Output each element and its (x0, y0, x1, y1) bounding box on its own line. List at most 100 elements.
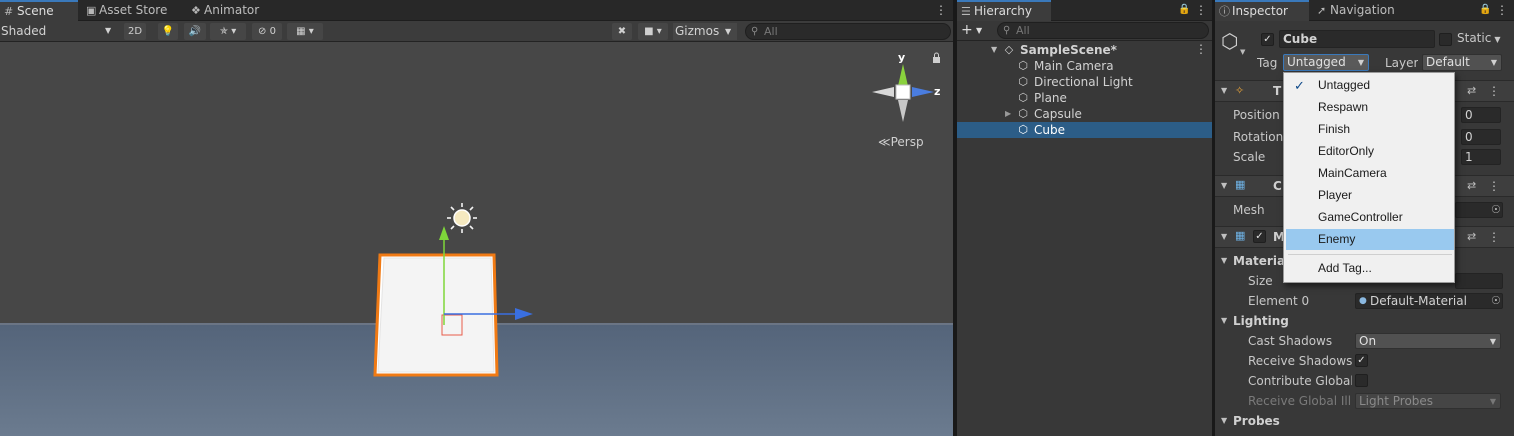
projection-toggle[interactable]: ≪Persp (878, 135, 924, 149)
hierarchy-item-main-camera[interactable]: ⬡ Main Camera (957, 58, 1212, 74)
hidden-objects-toggle[interactable]: ⊘ 0 (252, 23, 282, 40)
lock-icon[interactable]: 🔒 (1479, 4, 1491, 16)
contribute-gi-checkbox[interactable] (1355, 374, 1368, 387)
scene-root-row[interactable]: ▼ ◇ SampleScene* ⋮ (957, 42, 1212, 58)
chevron-down-icon: ▼ (105, 26, 112, 35)
menu-item-enemy[interactable]: Enemy (1286, 229, 1454, 250)
menu-item-gamecontroller[interactable]: GameController (1286, 207, 1454, 228)
lighting-toggle-icon[interactable]: 💡 (158, 23, 178, 40)
object-picker-icon[interactable]: ☉ (1491, 291, 1501, 311)
camera-dropdown-icon[interactable]: ■ ▾ (638, 23, 668, 40)
lock-icon[interactable] (933, 52, 940, 63)
layer-dropdown[interactable]: Default ▼ (1422, 54, 1502, 71)
scene-search-input[interactable]: ⚲ All (745, 23, 951, 40)
mesh-renderer-enabled-checkbox[interactable]: ✓ (1253, 230, 1266, 243)
chevron-down-icon: ▼ (1357, 58, 1364, 67)
create-add-button[interactable]: + ▼ (961, 22, 989, 39)
receive-gi-dropdown: Light Probes ▼ (1355, 393, 1501, 409)
eye-slash-icon: ⊘ (258, 26, 267, 37)
expand-arrow-icon[interactable]: ▼ (991, 42, 997, 58)
scale-z-field[interactable]: 1 (1461, 149, 1501, 165)
orientation-gizmo[interactable] (872, 64, 934, 122)
element0-row: Element 0 ● Default-Material ☉ (1215, 291, 1514, 311)
tools-icon[interactable]: ✖ (612, 23, 632, 40)
menu-item-finish[interactable]: Finish (1286, 119, 1454, 140)
fold-arrow-icon: ▼ (1221, 86, 1228, 95)
cube-object[interactable] (373, 253, 499, 377)
rotation-z-field[interactable]: 0 (1461, 129, 1501, 145)
effects-dropdown-icon[interactable]: ✯ ▾ (210, 23, 246, 40)
gizmos-dropdown[interactable]: Gizmos ▼ (673, 23, 737, 40)
component-kebab-icon[interactable]: ⋮ (1488, 230, 1500, 245)
element0-material-field[interactable]: ● Default-Material (1355, 293, 1503, 309)
menu-item-respawn[interactable]: Respawn (1286, 97, 1454, 118)
active-checkbox[interactable]: ✓ (1261, 33, 1274, 46)
animator-icon: ❖ (191, 4, 201, 17)
layer-label: Layer (1385, 56, 1419, 70)
fold-arrow-icon: ▼ (1221, 256, 1228, 265)
list-icon: ☰ (961, 5, 971, 18)
lock-icon[interactable]: 🔒 (1178, 4, 1190, 16)
chevron-down-icon: ▼ (976, 26, 983, 35)
menu-item-editoronly[interactable]: EditorOnly (1286, 141, 1454, 162)
static-checkbox[interactable] (1439, 33, 1452, 46)
mesh-renderer-icon: ▦ (1235, 229, 1246, 242)
presets-icon[interactable]: ⇄ (1467, 179, 1476, 192)
gameobject-cube-icon: ⬡ (1018, 75, 1028, 88)
chevron-down-icon[interactable]: ▼ (1240, 48, 1245, 56)
menu-item-player[interactable]: Player (1286, 185, 1454, 206)
tab-navigation[interactable]: ➚ Navigation (1313, 0, 1413, 21)
component-kebab-icon[interactable]: ⋮ (1488, 84, 1500, 99)
expand-arrow-icon[interactable]: ▶ (1005, 106, 1011, 122)
presets-icon[interactable]: ⇄ (1467, 230, 1476, 243)
menu-item-add-tag[interactable]: Add Tag... (1286, 258, 1454, 279)
object-picker-icon[interactable]: ☉ (1491, 200, 1501, 220)
static-dropdown[interactable]: Static ▼ (1457, 31, 1500, 45)
scene-tabbar: # Scene ▣ Asset Store ❖ Animator ⋮ (0, 0, 953, 21)
tab-scene[interactable]: # Scene (0, 0, 78, 21)
hierarchy-item-directional-light[interactable]: ⬡ Directional Light (957, 74, 1212, 90)
gameobject-cube-icon: ⬡ (1018, 91, 1028, 104)
hierarchy-search-input[interactable]: ⚲ All (997, 22, 1209, 39)
chevron-down-icon: ▼ (1494, 35, 1501, 44)
scene-viewport[interactable]: y z ≪Persp (0, 42, 953, 436)
scene-toolbar: Shaded ▼ 2D 💡 🔊 ✯ ▾ ⊘ 0 ▦ ▾ ✖ ■ ▾ Gizmos… (0, 21, 953, 42)
grid-snapping-dropdown[interactable]: ▦ ▾ (287, 23, 323, 40)
shading-mode-dropdown[interactable]: Shaded ▼ (1, 21, 116, 41)
hierarchy-item-capsule[interactable]: ▶ ⬡ Capsule (957, 106, 1212, 122)
material-sphere-icon: ● (1359, 296, 1367, 306)
scene-options-kebab-icon[interactable]: ⋮ (935, 3, 947, 18)
menu-item-untagged[interactable]: ✓ Untagged (1286, 75, 1454, 96)
materials-size-field[interactable] (1455, 273, 1503, 289)
inspector-tabbar: ⓘ Inspector ➚ Navigation 🔒 ⋮ (1215, 0, 1514, 21)
sun-icon[interactable] (447, 203, 477, 233)
inspector-options-kebab-icon[interactable]: ⋮ (1496, 3, 1508, 18)
toggle-2d-button[interactable]: 2D (124, 23, 146, 40)
component-kebab-icon[interactable]: ⋮ (1488, 179, 1500, 194)
presets-icon[interactable]: ⇄ (1467, 84, 1476, 97)
tab-animator[interactable]: ❖ Animator (187, 0, 277, 21)
hierarchy-item-cube[interactable]: ⬡ Cube (957, 122, 1212, 138)
tag-dropdown[interactable]: Untagged ▼ (1283, 54, 1369, 71)
hierarchy-options-kebab-icon[interactable]: ⋮ (1195, 3, 1207, 18)
tab-hierarchy[interactable]: ☰ Hierarchy (957, 0, 1051, 21)
mesh-grid-icon: ▦ (1235, 178, 1246, 191)
contribute-gi-row: Contribute Global I (1215, 371, 1514, 391)
lighting-foldout[interactable]: ▼ Lighting (1215, 311, 1514, 331)
receive-shadows-row: Receive Shadows ✓ (1215, 351, 1514, 371)
chevron-down-icon: ▼ (725, 27, 732, 36)
probes-foldout[interactable]: ▼ Probes (1215, 411, 1514, 431)
tab-inspector[interactable]: ⓘ Inspector (1215, 0, 1309, 21)
hierarchy-item-plane[interactable]: ⬡ Plane (957, 90, 1212, 106)
audio-toggle-icon[interactable]: 🔊 (184, 23, 206, 40)
hierarchy-panel: ☰ Hierarchy 🔒 ⋮ + ▼ ⚲ All ▼ ◇ SampleScene… (957, 0, 1212, 436)
menu-item-maincamera[interactable]: MainCamera (1286, 163, 1454, 184)
fold-arrow-icon: ▼ (1221, 232, 1228, 241)
receive-shadows-checkbox[interactable]: ✓ (1355, 354, 1368, 367)
tab-asset-store[interactable]: ▣ Asset Store (82, 0, 182, 21)
position-z-field[interactable]: 0 (1461, 107, 1501, 123)
shopping-bag-icon: ▣ (86, 4, 97, 17)
object-name-field[interactable]: Cube (1279, 30, 1435, 48)
cast-shadows-dropdown[interactable]: On ▼ (1355, 333, 1501, 349)
scene-row-kebab-icon[interactable]: ⋮ (1195, 42, 1207, 57)
